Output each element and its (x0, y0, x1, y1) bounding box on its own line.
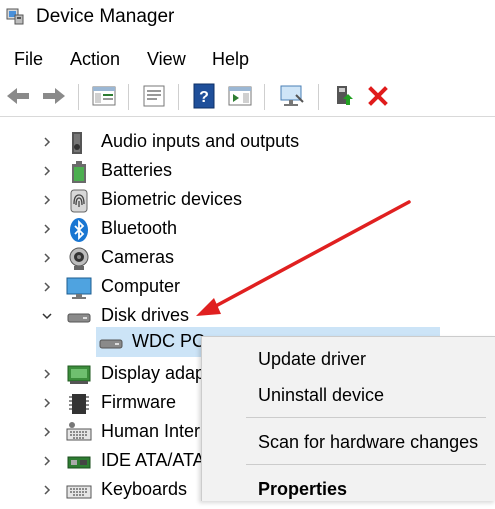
window-title: Device Manager (36, 6, 175, 27)
tree-item-cameras[interactable]: Cameras (0, 244, 495, 273)
chevron-right-icon[interactable] (40, 483, 54, 497)
context-menu: Update driver Uninstall device Scan for … (201, 336, 495, 501)
tree-item-label: Human Inter (101, 421, 201, 441)
chevron-right-icon[interactable] (40, 396, 54, 410)
action-pane-icon[interactable] (226, 82, 254, 110)
tree-item-label: Firmware (101, 392, 176, 412)
menu-separator (246, 464, 486, 465)
chevron-down-icon[interactable] (40, 309, 54, 323)
bluetooth-icon (66, 217, 92, 243)
svg-text:?: ? (199, 89, 209, 106)
tree-item-label: WDC PC (132, 331, 205, 351)
menu-view[interactable]: View (147, 49, 186, 70)
battery-icon (66, 159, 92, 185)
tree-item-batteries[interactable]: Batteries (0, 157, 495, 186)
uninstall-icon[interactable] (364, 82, 392, 110)
fingerprint-icon (66, 188, 92, 214)
properties-menu-item[interactable]: Properties (258, 479, 347, 500)
menu-help[interactable]: Help (212, 49, 249, 70)
update-driver-menu-item[interactable]: Update driver (258, 349, 366, 370)
tree-item-label: Cameras (101, 247, 175, 267)
device-manager-icon (4, 6, 26, 28)
tree-item-label: Audio inputs and outputs (101, 131, 300, 151)
computer-icon (66, 275, 92, 301)
tree-item-label: Biometric devices (101, 189, 243, 209)
tree-item-label: Batteries (101, 160, 173, 180)
forward-arrow-icon[interactable] (40, 82, 68, 110)
tree-item-label: IDE ATA/ATAP (101, 450, 217, 470)
ide-controller-icon (66, 449, 92, 475)
tree-item-biometric[interactable]: Biometric devices (0, 186, 495, 215)
firmware-icon (66, 391, 92, 417)
back-arrow-icon[interactable] (4, 82, 32, 110)
toolbar-separator (264, 84, 265, 110)
chevron-right-icon[interactable] (40, 280, 54, 294)
chevron-right-icon[interactable] (40, 164, 54, 178)
menu-bar: File Action View Help (0, 44, 495, 74)
toolbar-separator (128, 84, 129, 110)
update-driver-icon[interactable] (330, 82, 358, 110)
tree-item-bluetooth[interactable]: Bluetooth (0, 215, 495, 244)
toolbar-separator (178, 84, 179, 110)
tree-item-label: Bluetooth (101, 218, 178, 238)
toolbar: ? (0, 78, 495, 117)
monitor-icon[interactable] (278, 82, 306, 110)
speaker-icon (66, 130, 92, 156)
keyboard-icon (66, 478, 92, 504)
menu-separator (246, 417, 486, 418)
tree-item-label: Disk drives (101, 305, 190, 325)
chevron-right-icon[interactable] (40, 367, 54, 381)
chevron-right-icon[interactable] (40, 222, 54, 236)
scan-hardware-menu-item[interactable]: Scan for hardware changes (258, 432, 478, 453)
properties-icon[interactable] (140, 82, 168, 110)
tree-item-label: Computer (101, 276, 181, 296)
camera-icon (66, 246, 92, 272)
tree-item-computer[interactable]: Computer (0, 273, 495, 302)
tree-item-label: Display adap (101, 363, 206, 383)
title-bar: Device Manager (0, 0, 495, 36)
chevron-right-icon[interactable] (40, 251, 54, 265)
tree-item-label: Keyboards (101, 479, 188, 499)
disk-drive-icon (66, 304, 92, 330)
chevron-right-icon[interactable] (40, 425, 54, 439)
tree-item-audio[interactable]: Audio inputs and outputs (0, 128, 495, 157)
display-adapter-icon (66, 362, 92, 388)
uninstall-device-menu-item[interactable]: Uninstall device (258, 385, 384, 406)
help-icon[interactable]: ? (190, 82, 218, 110)
toolbar-separator (78, 84, 79, 110)
toolbar-separator (318, 84, 319, 110)
disk-drive-icon (98, 330, 124, 356)
keyboard-icon (66, 420, 92, 446)
chevron-right-icon[interactable] (40, 135, 54, 149)
chevron-right-icon[interactable] (40, 193, 54, 207)
chevron-right-icon[interactable] (40, 454, 54, 468)
show-hide-console-tree-icon[interactable] (90, 82, 118, 110)
menu-action[interactable]: Action (70, 49, 120, 70)
menu-file[interactable]: File (14, 49, 43, 70)
